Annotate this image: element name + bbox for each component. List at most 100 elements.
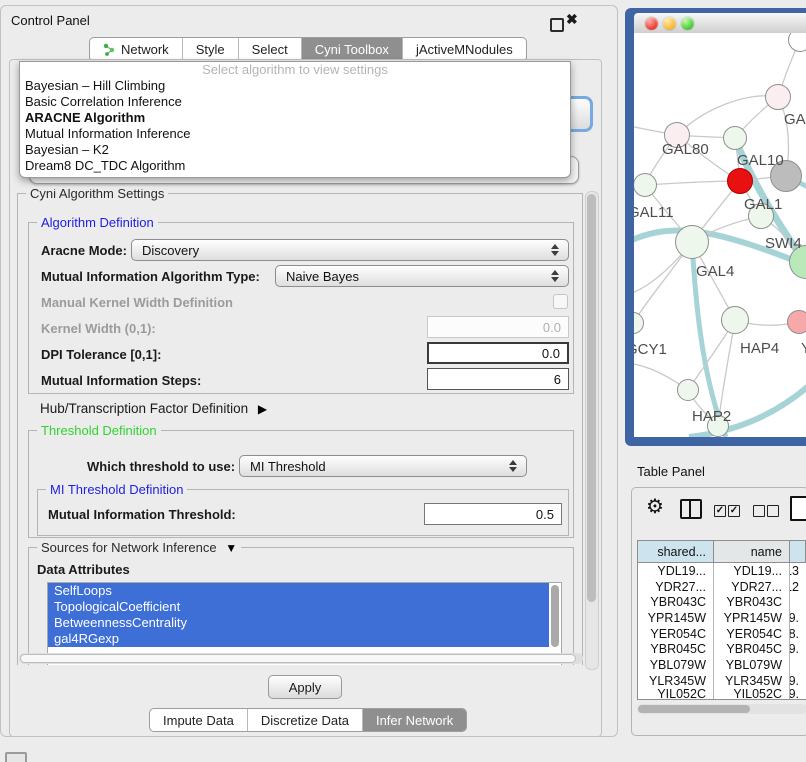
- network-node[interactable]: [765, 84, 791, 110]
- tab-jactivemnodules[interactable]: jActiveMNodules: [403, 38, 526, 61]
- column-header[interactable]: [790, 541, 806, 562]
- mi-threshold-input[interactable]: 0.5: [424, 503, 562, 525]
- mi-algorithm-type-label: Mutual Information Algorithm Type:: [41, 269, 260, 284]
- table-row[interactable]: YER054C YER054C 8.: [638, 626, 806, 642]
- dropdown-item[interactable]: Mutual Information Inference: [20, 126, 570, 142]
- aracne-mode-select[interactable]: Discovery: [131, 239, 569, 261]
- dropdown-item[interactable]: Basic Correlation Inference: [20, 94, 570, 110]
- table-row[interactable]: YBR045C YBR045C 9.: [638, 641, 806, 657]
- node-label: HAP2: [692, 408, 731, 425]
- settings-horizontal-scrollbar[interactable]: [19, 653, 583, 664]
- kernel-width-input[interactable]: 0.0: [427, 316, 569, 338]
- input-value: 0.0: [543, 320, 561, 335]
- node-label: GAL10: [737, 152, 784, 169]
- cell: YBR043C: [638, 594, 714, 610]
- which-threshold-select[interactable]: MI Threshold: [239, 455, 527, 477]
- column-header[interactable]: name: [714, 541, 790, 562]
- table-row[interactable]: YLR345W YLR345W 9.: [638, 673, 806, 689]
- tab-label: Discretize Data: [261, 713, 349, 728]
- cell: [790, 594, 806, 610]
- tab-impute-data[interactable]: Impute Data: [150, 709, 248, 731]
- new-table-icon[interactable]: [790, 496, 806, 521]
- dropdown-item[interactable]: Dream8 DC_TDC Algorithm: [20, 158, 570, 174]
- group-title: Threshold Definition: [37, 423, 161, 438]
- network-node[interactable]: [787, 310, 806, 334]
- hub-definition-expander[interactable]: Hub/Transcription Factor Definition ▶: [40, 401, 267, 416]
- control-panel: Control Panel ✖ Network Style Select: [0, 5, 618, 737]
- settings-scroll-area: Cyni Algorithm Settings Algorithm Defini…: [17, 189, 583, 665]
- split-columns-icon[interactable]: [680, 499, 702, 519]
- minimized-panel-icon[interactable]: [5, 752, 27, 762]
- tab-discretize-data[interactable]: Discretize Data: [248, 709, 363, 731]
- select-all-checkbox-icon-2[interactable]: ✓: [728, 505, 740, 517]
- deselect-checkbox-icon[interactable]: [753, 505, 765, 517]
- tab-label: jActiveMNodules: [416, 42, 513, 57]
- group-title: Cyni Algorithm Settings: [26, 189, 168, 201]
- attribute-item[interactable]: BetweennessCentrality: [48, 615, 549, 631]
- mi-algorithm-type-select[interactable]: Naive Bayes: [275, 265, 569, 287]
- settings-vertical-scrollbar[interactable]: [585, 191, 599, 670]
- screen: Control Panel ✖ Network Style Select: [0, 0, 806, 762]
- table-row[interactable]: YBL079W YBL079W: [638, 657, 806, 673]
- deselect-checkbox-icon-2[interactable]: [767, 505, 779, 517]
- attribute-item[interactable]: TopologicalCoefficient: [48, 599, 549, 615]
- aracne-mode-label: Aracne Mode:: [41, 243, 127, 258]
- dropdown-prompt: Select algorithm to view settings: [20, 62, 570, 78]
- close-icon[interactable]: ✖: [566, 11, 578, 28]
- dropdown-item[interactable]: Bayesian – Hill Climbing: [20, 78, 570, 94]
- combo-value: MI Threshold: [250, 459, 326, 474]
- dropdown-item-highlighted[interactable]: ARACNE Algorithm: [20, 110, 570, 126]
- network-node-selected[interactable]: [727, 168, 753, 194]
- attribute-item[interactable]: gal4RGexp: [48, 631, 549, 647]
- mi-steps-input[interactable]: 6: [427, 368, 569, 390]
- tab-infer-network[interactable]: Infer Network: [363, 709, 466, 731]
- network-node[interactable]: [634, 173, 657, 197]
- spinner-arrows-icon: [509, 460, 517, 472]
- gear-icon[interactable]: ⚙: [646, 494, 664, 519]
- sources-title: Sources for Network Inference: [41, 540, 217, 555]
- table-row[interactable]: YPR145W YPR145W 9.: [638, 610, 806, 626]
- node-label: GCY1: [634, 341, 667, 358]
- list-scrollbar[interactable]: [551, 585, 559, 647]
- network-node[interactable]: [721, 306, 749, 334]
- table-row[interactable]: YDR27... YDR27... 12: [638, 579, 806, 595]
- table-horizontal-scrollbar[interactable]: [637, 704, 806, 714]
- cell: YPR145W: [714, 610, 790, 626]
- dpi-tolerance-input[interactable]: 0.0: [427, 342, 569, 364]
- network-canvas[interactable]: GAL GAL80 GAL10 GAL1 GAL11 SWI4 GAL4 GCY…: [634, 33, 806, 437]
- sources-group: Sources for Network Inference ▼ Data Att…: [28, 547, 574, 665]
- tab-select[interactable]: Select: [239, 38, 302, 61]
- select-all-checkbox-icon[interactable]: ✓: [714, 505, 726, 517]
- network-node[interactable]: [723, 126, 747, 150]
- threshold-definition-group: Threshold Definition Which threshold to …: [28, 430, 574, 538]
- apply-button[interactable]: Apply: [268, 675, 342, 699]
- manual-kernel-width-checkbox[interactable]: [553, 294, 568, 309]
- tab-network[interactable]: Network: [90, 38, 183, 61]
- table-row[interactable]: YDL19... YDL19... 13: [638, 563, 806, 579]
- input-value: 0.0: [542, 346, 560, 361]
- dpi-tolerance-label: DPI Tolerance [0,1]:: [41, 347, 161, 362]
- network-node[interactable]: [677, 379, 699, 401]
- minimize-traffic-light-icon[interactable]: [663, 17, 676, 30]
- tab-cyni-toolbox[interactable]: Cyni Toolbox: [302, 38, 403, 61]
- which-threshold-label: Which threshold to use:: [87, 459, 235, 474]
- cell: 8.: [790, 626, 806, 642]
- close-traffic-light-icon[interactable]: [645, 17, 658, 30]
- column-header[interactable]: shared...: [638, 541, 714, 562]
- table-row[interactable]: YBR043C YBR043C: [638, 594, 806, 610]
- cell: YDR27...: [638, 579, 714, 595]
- attribute-item[interactable]: SelfLoops: [48, 583, 549, 599]
- network-node[interactable]: [675, 225, 709, 259]
- dropdown-item[interactable]: Bayesian – K2: [20, 142, 570, 158]
- node-label: Y: [801, 340, 806, 357]
- network-window-titlebar[interactable]: [634, 13, 806, 34]
- sources-expander[interactable]: Sources for Network Inference ▼: [37, 540, 241, 555]
- float-window-icon[interactable]: [550, 18, 564, 32]
- zoom-traffic-light-icon[interactable]: [681, 17, 694, 30]
- node-label: GAL: [784, 111, 806, 128]
- tab-style[interactable]: Style: [183, 38, 239, 61]
- table-row[interactable]: YIL052C YIL052C 9.: [638, 689, 806, 699]
- cell: 9.: [790, 641, 806, 657]
- collapse-down-icon: ▼: [225, 541, 237, 555]
- cell: YBR043C: [714, 594, 790, 610]
